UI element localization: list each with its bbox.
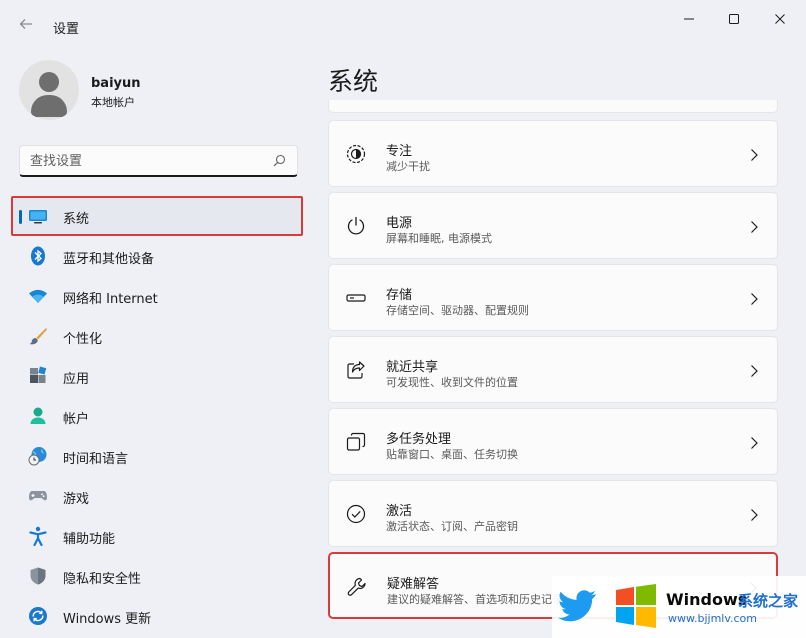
- card-title: 激活: [386, 504, 413, 519]
- sidebar-item-privacy[interactable]: 隐私和安全性: [11, 556, 303, 596]
- sidebar-item-label: 辅助功能: [63, 532, 116, 547]
- sidebar-nav: 系统 蓝牙和其他设备 网络和 Internet 个性化 应用 帐户 时间和语言 …: [11, 196, 303, 636]
- sidebar-item-label: Windows 更新: [63, 612, 152, 627]
- sidebar-item-label: 帐户: [63, 412, 90, 427]
- chevron-right-icon: [751, 437, 758, 449]
- sidebar-item-bluetooth[interactable]: 蓝牙和其他设备: [11, 236, 303, 276]
- sidebar-item-accessibility[interactable]: 辅助功能: [11, 516, 303, 556]
- watermark: Windows 系统之家 www.bjjmlv.com: [552, 576, 806, 638]
- time-language-icon: [28, 447, 47, 466]
- sidebar-item-gaming[interactable]: 游戏: [11, 476, 303, 516]
- card-desc: 建议的疑难解答、首选项和历史记录: [387, 593, 563, 606]
- page-title: 系统: [328, 67, 379, 96]
- windows-logo-icon: [616, 584, 656, 628]
- back-arrow-icon[interactable]: [18, 16, 36, 34]
- card-desc: 可发现性、收到文件的位置: [386, 376, 518, 389]
- card-desc: 激活状态、订阅、产品密钥: [386, 520, 518, 533]
- share-icon: [347, 361, 365, 379]
- card-focus[interactable]: 专注 减少干扰: [328, 120, 778, 187]
- chevron-right-icon: [751, 149, 758, 161]
- close-icon[interactable]: [757, 8, 803, 30]
- bird-logo-icon: [558, 590, 596, 622]
- user-name: baiyun: [91, 76, 141, 91]
- chevron-right-icon: [751, 293, 758, 305]
- card-desc: 屏幕和睡眠, 电源模式: [386, 232, 492, 245]
- accessibility-icon: [29, 526, 47, 546]
- card-multitasking[interactable]: 多任务处理 贴靠窗口、桌面、任务切换: [328, 408, 778, 475]
- storage-icon: [346, 294, 366, 302]
- card-desc: 存储空间、驱动器、配置规则: [386, 304, 529, 317]
- chevron-right-icon: [751, 365, 758, 377]
- card-desc: 减少干扰: [386, 160, 430, 173]
- card-title: 疑难解答: [387, 577, 440, 592]
- apps-icon: [30, 366, 47, 383]
- privacy-icon: [30, 567, 46, 585]
- minimize-icon[interactable]: [666, 8, 712, 30]
- sidebar-item-label: 隐私和安全性: [63, 572, 142, 587]
- sidebar-item-label: 蓝牙和其他设备: [63, 252, 155, 267]
- focus-icon: [346, 144, 366, 164]
- account-type: 本地帐户: [91, 96, 135, 109]
- watermark-brand: Windows: [666, 590, 748, 609]
- card-storage[interactable]: 存储 存储空间、驱动器、配置规则: [328, 264, 778, 331]
- card-title: 多任务处理: [386, 432, 452, 447]
- search-box[interactable]: [19, 145, 298, 177]
- sidebar-item-label: 时间和语言: [63, 452, 129, 467]
- watermark-url: www.bjjmlv.com: [668, 612, 757, 625]
- card-title: 电源: [386, 216, 413, 231]
- accounts-icon: [30, 407, 46, 424]
- windows-update-icon: [29, 607, 47, 625]
- sidebar-item-label: 系统: [63, 212, 90, 227]
- multitasking-icon: [346, 432, 366, 451]
- bluetooth-icon: [31, 246, 45, 266]
- activation-icon: [346, 504, 366, 524]
- sidebar-item-label: 游戏: [63, 492, 90, 507]
- card-title: 就近共享: [386, 360, 439, 375]
- system-icon: [29, 210, 47, 224]
- troubleshoot-icon: [347, 577, 366, 596]
- card-power[interactable]: 电源 屏幕和睡眠, 电源模式: [328, 192, 778, 259]
- card-title: 专注: [386, 144, 413, 159]
- card-activation[interactable]: 激活 激活状态、订阅、产品密钥: [328, 480, 778, 547]
- gaming-icon: [29, 491, 47, 501]
- maximize-icon[interactable]: [711, 8, 757, 30]
- sidebar-item-accounts[interactable]: 帐户: [11, 396, 303, 436]
- watermark-brand-suffix: 系统之家: [738, 592, 799, 610]
- sidebar-item-label: 网络和 Internet: [63, 292, 158, 307]
- sidebar-item-label: 个性化: [63, 332, 103, 347]
- chevron-right-icon: [751, 509, 758, 521]
- network-icon: [29, 289, 47, 303]
- active-indicator: [19, 210, 22, 224]
- sidebar-item-apps[interactable]: 应用: [11, 356, 303, 396]
- sidebar-item-time-language[interactable]: 时间和语言: [11, 436, 303, 476]
- sidebar-item-personalization[interactable]: 个性化: [11, 316, 303, 356]
- personalization-icon: [29, 328, 47, 345]
- power-icon: [347, 216, 365, 235]
- sidebar-item-network[interactable]: 网络和 Internet: [11, 276, 303, 316]
- card-desc: 贴靠窗口、桌面、任务切换: [386, 448, 518, 461]
- card-previous-partial[interactable]: [328, 100, 778, 113]
- sidebar-item-windows-update[interactable]: Windows 更新: [11, 596, 303, 636]
- search-input[interactable]: [30, 150, 260, 172]
- search-icon[interactable]: [273, 154, 286, 167]
- sidebar-item-system[interactable]: 系统: [11, 196, 303, 236]
- title-bar: 设置: [0, 0, 806, 48]
- chevron-right-icon: [751, 221, 758, 233]
- card-nearby-sharing[interactable]: 就近共享 可发现性、收到文件的位置: [328, 336, 778, 403]
- sidebar-item-label: 应用: [63, 372, 90, 387]
- card-title: 存储: [386, 288, 413, 303]
- app-title: 设置: [53, 22, 80, 37]
- avatar-body: [31, 95, 67, 117]
- avatar[interactable]: [19, 60, 79, 120]
- avatar-head: [39, 72, 59, 92]
